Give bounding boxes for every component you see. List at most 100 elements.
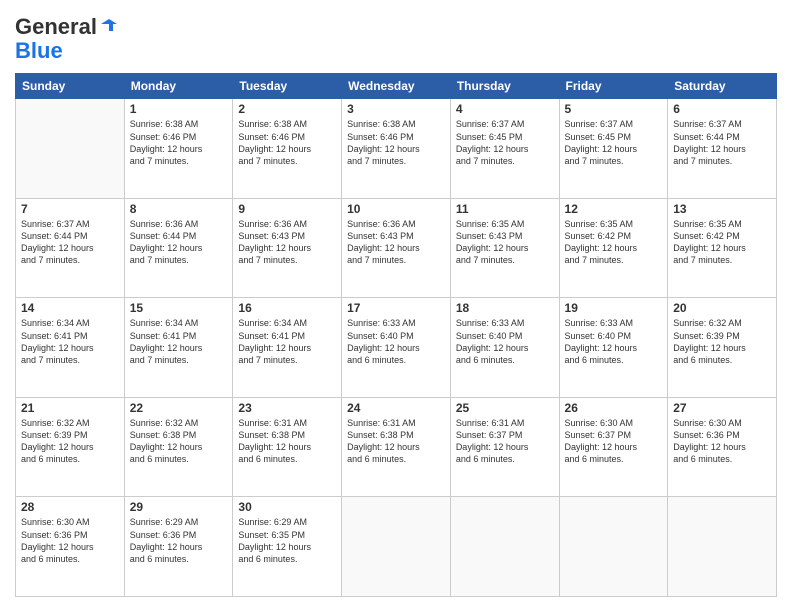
cell-info: Sunrise: 6:38 AM Sunset: 6:46 PM Dayligh…: [130, 118, 228, 167]
calendar-cell: 7 Sunrise: 6:37 AM Sunset: 6:44 PM Daylig…: [16, 198, 125, 298]
calendar-cell: 16Sunrise: 6:34 AM Sunset: 6:41 PM Dayli…: [233, 298, 342, 398]
cell-info: Sunrise: 6:34 AM Sunset: 6:41 PM Dayligh…: [238, 317, 336, 366]
calendar-cell: [16, 99, 125, 199]
cell-info: Sunrise: 6:37 AM Sunset: 6:45 PM Dayligh…: [456, 118, 554, 167]
weekday-header: Monday: [124, 74, 233, 99]
weekday-header: Thursday: [450, 74, 559, 99]
cell-info: Sunrise: 6:33 AM Sunset: 6:40 PM Dayligh…: [565, 317, 663, 366]
cell-info: Sunrise: 6:30 AM Sunset: 6:37 PM Dayligh…: [565, 417, 663, 466]
cell-info: Sunrise: 6:33 AM Sunset: 6:40 PM Dayligh…: [456, 317, 554, 366]
cell-info: Sunrise: 6:29 AM Sunset: 6:35 PM Dayligh…: [238, 516, 336, 565]
calendar-week-row: 14 Sunrise: 6:34 AM Sunset: 6:41 PM Dayli…: [16, 298, 777, 398]
calendar-cell: 20Sunrise: 6:32 AM Sunset: 6:39 PM Dayli…: [668, 298, 777, 398]
day-number: 30: [238, 500, 336, 514]
day-number: 13: [673, 202, 771, 216]
calendar-week-row: 21 Sunrise: 6:32 AM Sunset: 6:39 PM Dayli…: [16, 397, 777, 497]
weekday-header: Sunday: [16, 74, 125, 99]
cell-info: Sunrise: 6:30 AM Sunset: 6:36 PM Dayligh…: [673, 417, 771, 466]
calendar-header-row: SundayMondayTuesdayWednesdayThursdayFrid…: [16, 74, 777, 99]
calendar-cell: 23 Sunrise: 6:31 AM Sunset: 6:38 PM Dayli…: [233, 397, 342, 497]
weekday-header: Tuesday: [233, 74, 342, 99]
day-number: 7: [21, 202, 119, 216]
calendar-week-row: 7 Sunrise: 6:37 AM Sunset: 6:44 PM Daylig…: [16, 198, 777, 298]
calendar-cell: 3 Sunrise: 6:38 AM Sunset: 6:46 PM Daylig…: [342, 99, 451, 199]
day-number: 18: [456, 301, 554, 315]
day-number: 15: [130, 301, 228, 315]
calendar-cell: 22 Sunrise: 6:32 AM Sunset: 6:38 PM Dayli…: [124, 397, 233, 497]
cell-info: Sunrise: 6:30 AM Sunset: 6:36 PM Dayligh…: [21, 516, 119, 565]
cell-info: Sunrise: 6:35 AM Sunset: 6:43 PM Dayligh…: [456, 218, 554, 267]
calendar-cell: 1 Sunrise: 6:38 AM Sunset: 6:46 PM Daylig…: [124, 99, 233, 199]
day-number: 9: [238, 202, 336, 216]
calendar-cell: 17 Sunrise: 6:33 AM Sunset: 6:40 PM Dayli…: [342, 298, 451, 398]
cell-info: Sunrise: 6:38 AM Sunset: 6:46 PM Dayligh…: [347, 118, 445, 167]
day-number: 22: [130, 401, 228, 415]
calendar-cell: 2Sunrise: 6:38 AM Sunset: 6:46 PM Daylig…: [233, 99, 342, 199]
cell-info: Sunrise: 6:33 AM Sunset: 6:40 PM Dayligh…: [347, 317, 445, 366]
calendar-cell: 28 Sunrise: 6:30 AM Sunset: 6:36 PM Dayli…: [16, 497, 125, 597]
calendar-cell: 11 Sunrise: 6:35 AM Sunset: 6:43 PM Dayli…: [450, 198, 559, 298]
day-number: 6: [673, 102, 771, 116]
weekday-header: Friday: [559, 74, 668, 99]
day-number: 25: [456, 401, 554, 415]
calendar-cell: 6 Sunrise: 6:37 AM Sunset: 6:44 PM Daylig…: [668, 99, 777, 199]
logo-flag-icon: [99, 17, 119, 37]
calendar-cell: 27Sunrise: 6:30 AM Sunset: 6:36 PM Dayli…: [668, 397, 777, 497]
cell-info: Sunrise: 6:37 AM Sunset: 6:45 PM Dayligh…: [565, 118, 663, 167]
calendar-cell: 19 Sunrise: 6:33 AM Sunset: 6:40 PM Dayli…: [559, 298, 668, 398]
logo: General Blue: [15, 15, 119, 63]
day-number: 23: [238, 401, 336, 415]
cell-info: Sunrise: 6:36 AM Sunset: 6:44 PM Dayligh…: [130, 218, 228, 267]
day-number: 1: [130, 102, 228, 116]
calendar-cell: 12 Sunrise: 6:35 AM Sunset: 6:42 PM Dayli…: [559, 198, 668, 298]
cell-info: Sunrise: 6:32 AM Sunset: 6:39 PM Dayligh…: [21, 417, 119, 466]
calendar-cell: 9Sunrise: 6:36 AM Sunset: 6:43 PM Daylig…: [233, 198, 342, 298]
day-number: 24: [347, 401, 445, 415]
day-number: 28: [21, 500, 119, 514]
day-number: 14: [21, 301, 119, 315]
calendar-cell: 18 Sunrise: 6:33 AM Sunset: 6:40 PM Dayli…: [450, 298, 559, 398]
cell-info: Sunrise: 6:37 AM Sunset: 6:44 PM Dayligh…: [21, 218, 119, 267]
day-number: 17: [347, 301, 445, 315]
calendar-cell: 26 Sunrise: 6:30 AM Sunset: 6:37 PM Dayli…: [559, 397, 668, 497]
calendar-cell: 24 Sunrise: 6:31 AM Sunset: 6:38 PM Dayli…: [342, 397, 451, 497]
cell-info: Sunrise: 6:34 AM Sunset: 6:41 PM Dayligh…: [21, 317, 119, 366]
calendar-cell: 25 Sunrise: 6:31 AM Sunset: 6:37 PM Dayli…: [450, 397, 559, 497]
day-number: 12: [565, 202, 663, 216]
day-number: 20: [673, 301, 771, 315]
day-number: 29: [130, 500, 228, 514]
day-number: 4: [456, 102, 554, 116]
calendar-week-row: 28 Sunrise: 6:30 AM Sunset: 6:36 PM Dayli…: [16, 497, 777, 597]
cell-info: Sunrise: 6:32 AM Sunset: 6:38 PM Dayligh…: [130, 417, 228, 466]
calendar-cell: [668, 497, 777, 597]
day-number: 21: [21, 401, 119, 415]
calendar-cell: 21 Sunrise: 6:32 AM Sunset: 6:39 PM Dayli…: [16, 397, 125, 497]
calendar-cell: 4 Sunrise: 6:37 AM Sunset: 6:45 PM Daylig…: [450, 99, 559, 199]
calendar-cell: 15 Sunrise: 6:34 AM Sunset: 6:41 PM Dayli…: [124, 298, 233, 398]
logo-blue: Blue: [15, 39, 119, 63]
page: General Blue SundayMondayTuesdayWednesda…: [0, 0, 792, 612]
day-number: 3: [347, 102, 445, 116]
calendar-cell: 13Sunrise: 6:35 AM Sunset: 6:42 PM Dayli…: [668, 198, 777, 298]
calendar-cell: 14 Sunrise: 6:34 AM Sunset: 6:41 PM Dayli…: [16, 298, 125, 398]
day-number: 26: [565, 401, 663, 415]
calendar-cell: [559, 497, 668, 597]
day-number: 19: [565, 301, 663, 315]
day-number: 8: [130, 202, 228, 216]
day-number: 11: [456, 202, 554, 216]
cell-info: Sunrise: 6:31 AM Sunset: 6:38 PM Dayligh…: [238, 417, 336, 466]
calendar-table: SundayMondayTuesdayWednesdayThursdayFrid…: [15, 73, 777, 597]
calendar-cell: 5Sunrise: 6:37 AM Sunset: 6:45 PM Daylig…: [559, 99, 668, 199]
cell-info: Sunrise: 6:31 AM Sunset: 6:38 PM Dayligh…: [347, 417, 445, 466]
weekday-header: Wednesday: [342, 74, 451, 99]
calendar-cell: [342, 497, 451, 597]
calendar-cell: 8 Sunrise: 6:36 AM Sunset: 6:44 PM Daylig…: [124, 198, 233, 298]
cell-info: Sunrise: 6:34 AM Sunset: 6:41 PM Dayligh…: [130, 317, 228, 366]
calendar-cell: [450, 497, 559, 597]
cell-info: Sunrise: 6:31 AM Sunset: 6:37 PM Dayligh…: [456, 417, 554, 466]
cell-info: Sunrise: 6:37 AM Sunset: 6:44 PM Dayligh…: [673, 118, 771, 167]
calendar-cell: 10Sunrise: 6:36 AM Sunset: 6:43 PM Dayli…: [342, 198, 451, 298]
weekday-header: Saturday: [668, 74, 777, 99]
calendar-week-row: 1 Sunrise: 6:38 AM Sunset: 6:46 PM Daylig…: [16, 99, 777, 199]
cell-info: Sunrise: 6:35 AM Sunset: 6:42 PM Dayligh…: [565, 218, 663, 267]
